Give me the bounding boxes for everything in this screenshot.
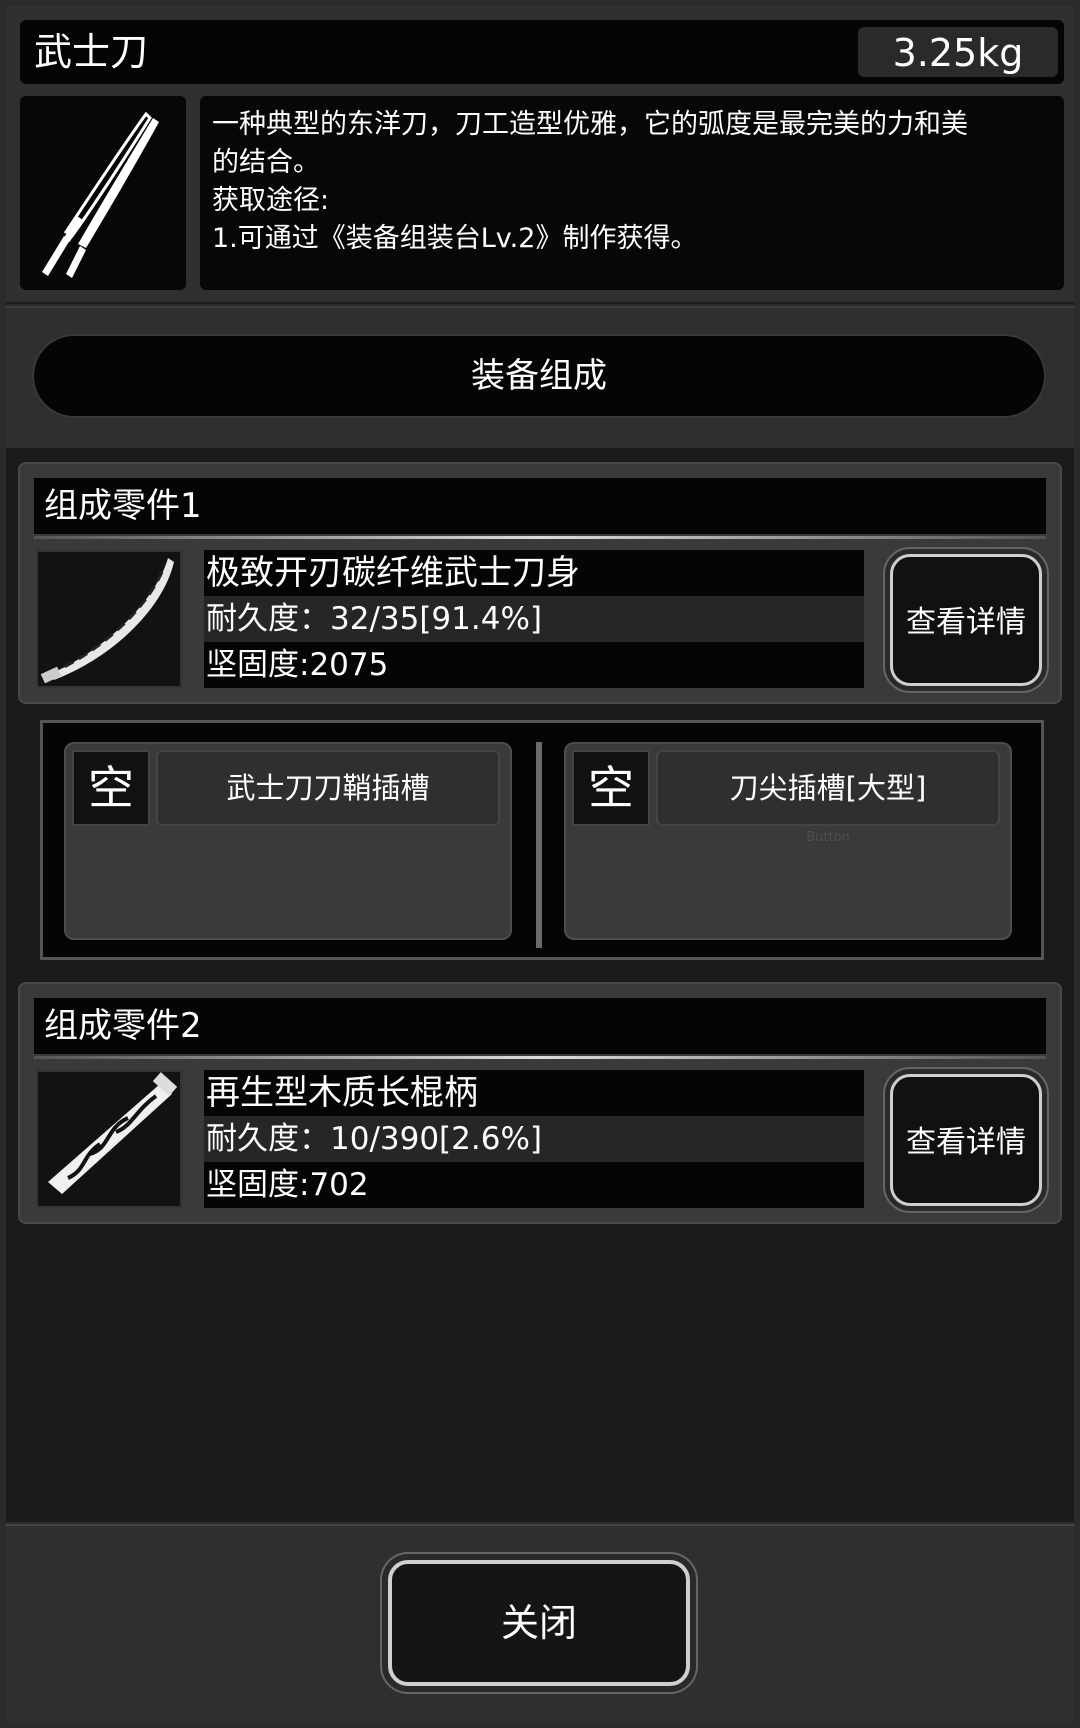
close-button[interactable]: 关闭 — [388, 1560, 690, 1686]
divider — [34, 536, 1046, 539]
view-details-button[interactable]: 查看详情 — [890, 1074, 1042, 1206]
part-card-2: 组成零件2 再生型木质长棍柄 耐久度：10/390[2.6%] 坚固度:702 … — [18, 982, 1062, 1224]
description-line-3: 获取途径: — [212, 185, 330, 216]
part-name: 再生型木质长棍柄 — [204, 1070, 864, 1116]
description-line-1: 一种典型的东洋刀，刀工造型优雅，它的弧度是最完美的力和美 — [212, 109, 968, 140]
footer-panel: 关闭 — [6, 1524, 1074, 1724]
item-title: 武士刀 — [34, 30, 149, 74]
equipment-detail-dialog: 武士刀 3.25kg 一种典型的东洋刀，刀工造型优雅，它的弧度是最完美的力和美 … — [0, 0, 1080, 1728]
item-header-panel: 武士刀 3.25kg 一种典型的东洋刀，刀工造型优雅，它的弧度是最完美的力和美 … — [6, 6, 1074, 304]
scrollbar[interactable] — [536, 742, 542, 948]
part-1-slots-panel: 空 武士刀刀鞘插槽 空 刀尖插槽[大型] Button — [40, 720, 1044, 960]
item-weight: 3.25kg — [858, 27, 1058, 77]
section-title: 装备组成 — [32, 334, 1046, 418]
part-hardness: 坚固度:2075 — [204, 642, 864, 688]
divider — [34, 1056, 1046, 1059]
slot-empty-indicator: 空 — [72, 750, 150, 826]
view-details-button[interactable]: 查看详情 — [890, 554, 1042, 686]
slot-name: 武士刀刀鞘插槽 — [156, 750, 500, 826]
item-description: 一种典型的东洋刀，刀工造型优雅，它的弧度是最完美的力和美 的结合。 获取途径: … — [200, 96, 1064, 290]
slot-scabbard[interactable]: 空 武士刀刀鞘插槽 — [64, 742, 512, 940]
description-line-4: 1.可通过《装备组装台Lv.2》制作获得。 — [212, 223, 698, 254]
item-title-bar: 武士刀 3.25kg — [20, 20, 1064, 84]
blade-icon — [36, 550, 182, 688]
slot-empty-indicator: 空 — [572, 750, 650, 826]
slot-placeholder-text: Button — [806, 830, 850, 845]
slot-tip[interactable]: 空 刀尖插槽[大型] Button — [564, 742, 1012, 940]
slot-name: 刀尖插槽[大型] — [656, 750, 1000, 826]
part-hardness: 坚固度:702 — [204, 1162, 864, 1208]
part-title: 组成零件1 — [34, 478, 1046, 534]
part-durability: 耐久度：10/390[2.6%] — [204, 1116, 864, 1162]
part-card-1: 组成零件1 极致开刃碳纤维武士刀身 耐久度：32/35[91.4%] 坚固度:2… — [18, 462, 1062, 704]
section-header-panel: 装备组成 — [6, 306, 1074, 450]
katana-icon — [20, 96, 186, 290]
parts-scroll-area[interactable]: 组成零件1 极致开刃碳纤维武士刀身 耐久度：32/35[91.4%] 坚固度:2… — [6, 448, 1074, 1522]
part-durability: 耐久度：32/35[91.4%] — [204, 596, 864, 642]
part-name: 极致开刃碳纤维武士刀身 — [204, 550, 864, 596]
part-title: 组成零件2 — [34, 998, 1046, 1054]
description-line-2: 的结合。 — [212, 147, 320, 178]
wooden-handle-icon — [36, 1070, 182, 1208]
